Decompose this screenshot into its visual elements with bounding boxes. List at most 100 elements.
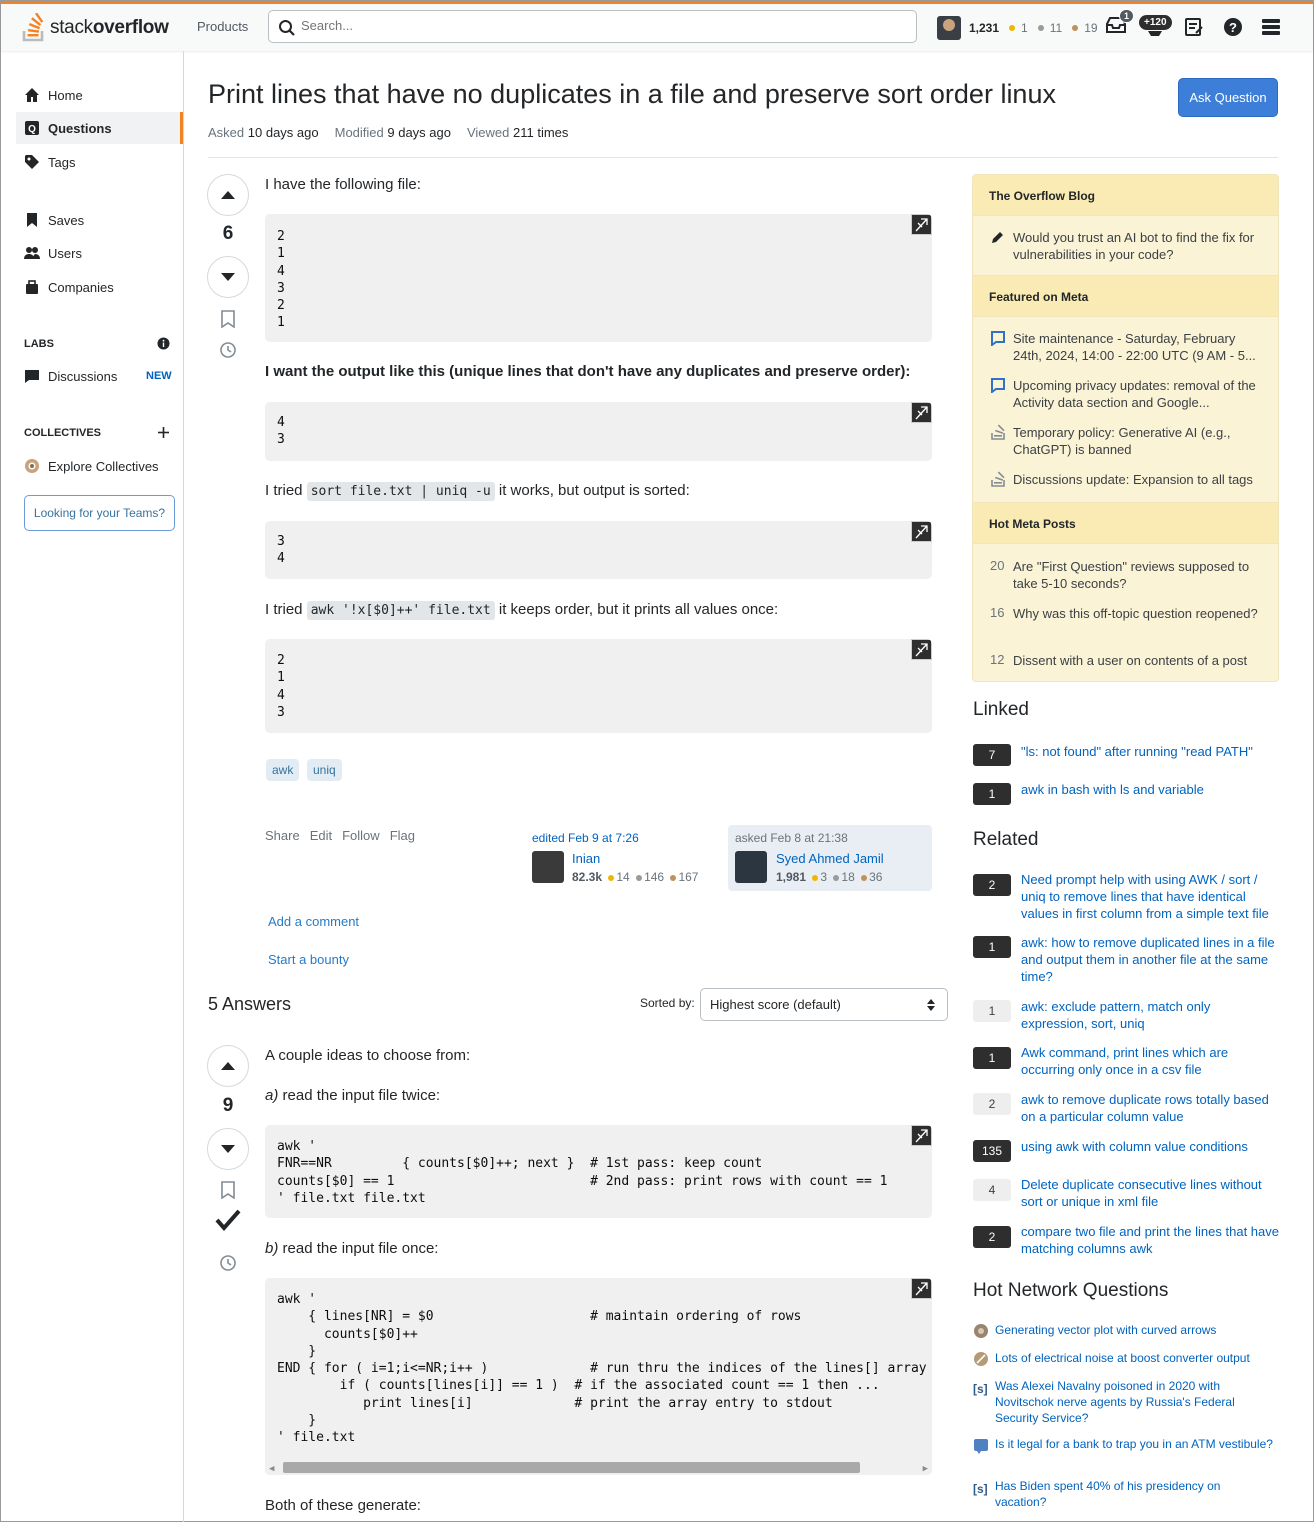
owner-name[interactable]: Syed Ahmed Jamil	[776, 851, 884, 866]
copy-code-button[interactable]	[911, 639, 932, 660]
meta-item[interactable]: Upcoming privacy updates: removal of the…	[1013, 377, 1265, 411]
nav-discussions[interactable]: Discussions NEW	[16, 360, 183, 392]
history-icon[interactable]	[219, 341, 237, 359]
products-menu[interactable]: Products	[187, 13, 258, 40]
site-icon	[974, 1352, 988, 1366]
review-queues-button[interactable]	[1184, 17, 1204, 40]
answer-paragraph: b) read the input file once:	[265, 1240, 439, 1257]
question-title[interactable]: Print lines that have no duplicates in a…	[208, 79, 1056, 110]
related-question[interactable]: Need prompt help with using AWK / sort /…	[1021, 871, 1279, 922]
add-comment-link[interactable]: Add a comment	[268, 914, 359, 929]
copy-code-button[interactable]	[911, 214, 932, 235]
bookmark-icon[interactable]	[220, 310, 236, 328]
question-score: 6	[222, 223, 234, 244]
hnq-item[interactable]: Was Alexei Navalny poisoned in 2020 with…	[995, 1378, 1275, 1426]
search-icon	[279, 20, 295, 36]
history-icon[interactable]	[219, 1254, 237, 1272]
hnq-item[interactable]: Has Biden spent 40% of his presidency on…	[995, 1478, 1275, 1510]
scroll-right-icon[interactable]: ▶	[923, 1461, 928, 1475]
bookmark-icon[interactable]	[220, 1181, 236, 1199]
code-text: 3 4	[277, 534, 285, 567]
site-icon	[974, 1324, 988, 1338]
related-score: 4	[973, 1179, 1011, 1201]
companies-icon	[26, 280, 38, 294]
copy-code-button[interactable]	[911, 402, 932, 423]
achievements-button[interactable]: +120	[1139, 13, 1172, 38]
inbox-button[interactable]: 1	[1105, 9, 1135, 38]
search-input[interactable]	[301, 18, 881, 33]
stackoverflow-logo[interactable]: stackoverflow	[21, 12, 169, 44]
user-card[interactable]: 1,231 1 11 19	[937, 13, 1098, 43]
ask-question-button[interactable]: Ask Question	[1178, 78, 1278, 117]
blog-item[interactable]: Would you trust an AI bot to find the fi…	[1013, 229, 1265, 263]
downvote-button[interactable]	[207, 1128, 249, 1170]
meta-item[interactable]: Discussions update: Expansion to all tag…	[1013, 471, 1265, 488]
help-icon: ?	[1224, 18, 1242, 36]
avatar[interactable]	[532, 851, 564, 883]
linked-question[interactable]: awk in bash with ls and variable	[1021, 781, 1279, 798]
plus-icon[interactable]	[157, 426, 170, 439]
hnq-item[interactable]: Lots of electrical noise at boost conver…	[995, 1350, 1275, 1366]
nav-explore-collectives[interactable]: Explore Collectives	[16, 450, 183, 482]
hot-meta-item[interactable]: Why was this off-topic question reopened…	[1013, 605, 1265, 622]
downvote-button[interactable]	[207, 256, 249, 298]
start-bounty-link[interactable]: Start a bounty	[268, 952, 349, 967]
nav-saves[interactable]: Saves	[16, 204, 183, 236]
upvote-button[interactable]	[207, 1045, 249, 1087]
nav-questions[interactable]: Q Questions	[16, 112, 183, 144]
search-box[interactable]	[268, 10, 917, 43]
logo-wordmark: stackoverflow	[50, 17, 169, 38]
edit-link[interactable]: Edit	[310, 828, 332, 843]
related-question[interactable]: Awk command, print lines which are occur…	[1021, 1044, 1279, 1078]
answers-count: 5 Answers	[208, 994, 292, 1014]
scrollbar-thumb[interactable]	[283, 1462, 860, 1473]
hot-meta-score: 16	[990, 605, 1005, 620]
related-question[interactable]: awk: exclude pattern, match only express…	[1021, 998, 1279, 1032]
site-switcher-button[interactable]	[1262, 18, 1280, 39]
tag-awk[interactable]: awk	[266, 759, 300, 781]
bronze-count: 19	[1084, 21, 1098, 35]
related-question[interactable]: compare two file and print the lines tha…	[1021, 1223, 1279, 1257]
info-icon[interactable]	[157, 337, 170, 350]
nav-home[interactable]: Home	[16, 79, 183, 111]
nav-tags[interactable]: Tags	[16, 146, 183, 178]
scroll-left-icon[interactable]: ◀	[269, 1461, 274, 1475]
related-question[interactable]: awk: how to remove duplicated lines in a…	[1021, 934, 1279, 985]
related-question[interactable]: awk to remove duplicate rows totally bas…	[1021, 1091, 1279, 1125]
related-question[interactable]: using awk with column value conditions	[1021, 1138, 1279, 1155]
nav-companies[interactable]: Companies	[16, 271, 183, 303]
teams-button[interactable]: Looking for your Teams?	[24, 495, 175, 531]
hnq-item[interactable]: Is it legal for a bank to trap you in an…	[995, 1436, 1275, 1452]
hot-meta-item[interactable]: Are "First Question" reviews supposed to…	[1013, 558, 1265, 592]
bookmark-icon	[27, 213, 37, 227]
question-paragraph: I tried awk '!x[$0]++' file.txt it keeps…	[265, 601, 779, 620]
copy-code-button[interactable]	[911, 521, 932, 542]
meta-chat-icon	[991, 378, 1005, 393]
linked-heading: Linked	[973, 699, 1029, 720]
avatar[interactable]	[735, 851, 767, 883]
linked-question[interactable]: "ls: not found" after running "read PATH…	[1021, 743, 1279, 760]
sort-select[interactable]: Highest score (default)	[700, 988, 948, 1021]
related-question[interactable]: Delete duplicate consecutive lines witho…	[1021, 1176, 1279, 1210]
inline-code: awk '!x[$0]++' file.txt	[306, 601, 495, 620]
meta-item[interactable]: Temporary policy: Generative AI (e.g., C…	[1013, 424, 1265, 458]
follow-link[interactable]: Follow	[342, 828, 380, 843]
horizontal-scrollbar[interactable]: ◀ ▶	[265, 1459, 932, 1475]
upvote-button[interactable]	[207, 174, 249, 216]
hnq-item[interactable]: Generating vector plot with curved arrow…	[995, 1322, 1275, 1338]
share-link[interactable]: Share	[265, 828, 300, 843]
editor-name[interactable]: Inian	[572, 851, 600, 866]
answer-paragraph: A couple ideas to choose from:	[265, 1047, 471, 1064]
edited-time[interactable]: edited Feb 9 at 7:26	[532, 831, 639, 845]
meta-item[interactable]: Site maintenance - Saturday, February 24…	[1013, 330, 1265, 364]
nav-users[interactable]: Users	[16, 237, 183, 269]
help-button[interactable]: ?	[1223, 17, 1243, 40]
flag-link[interactable]: Flag	[390, 828, 415, 843]
code-block: 2 1 4 3 2 1	[265, 214, 932, 342]
copy-code-button[interactable]	[911, 1125, 932, 1146]
avatar[interactable]	[937, 16, 961, 40]
tag-uniq[interactable]: uniq	[307, 759, 342, 781]
hot-meta-item[interactable]: Dissent with a user on contents of a pos…	[1013, 652, 1265, 669]
code-block: awk ' { lines[NR] = $0 # maintain orderi…	[265, 1278, 932, 1475]
copy-code-button[interactable]	[911, 1278, 932, 1299]
